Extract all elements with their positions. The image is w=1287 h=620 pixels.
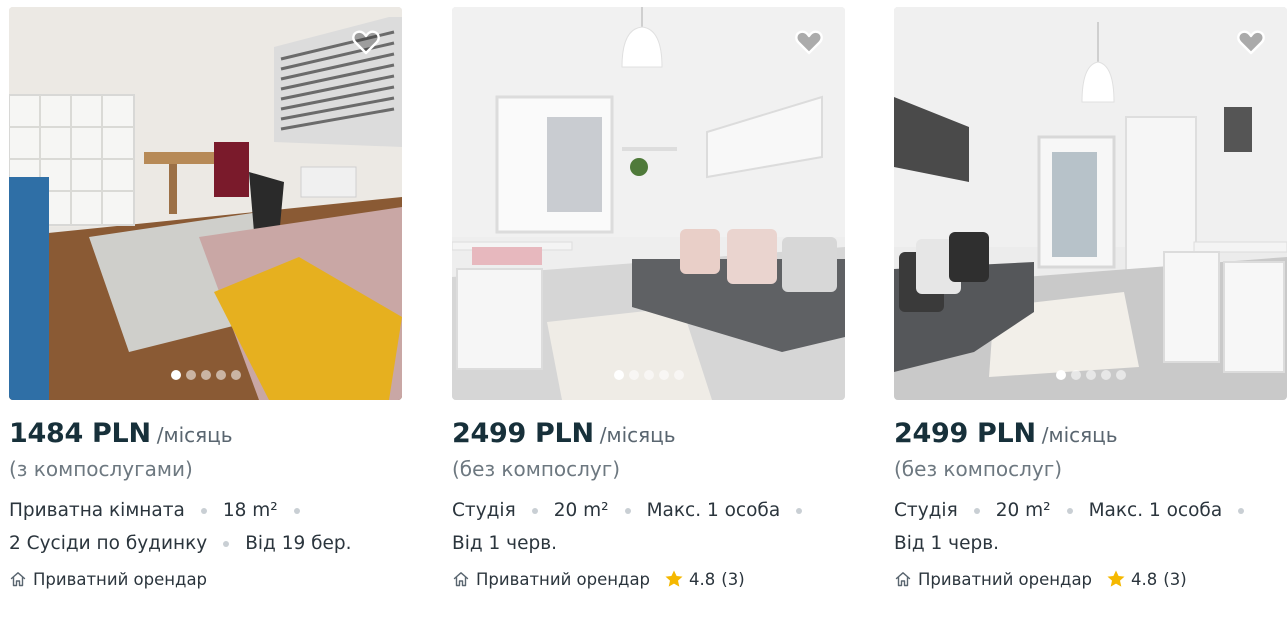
utilities-note: (без компослуг) bbox=[452, 457, 621, 481]
carousel-dot[interactable] bbox=[230, 370, 241, 380]
fact-area: 20 m² bbox=[553, 500, 609, 521]
separator-dot bbox=[624, 507, 631, 514]
room-photo-studio bbox=[894, 7, 1287, 400]
star-icon bbox=[1107, 570, 1125, 587]
star-icon bbox=[665, 570, 683, 587]
owner-type: Приватний орендар bbox=[476, 569, 651, 589]
rating-value: 4.8 bbox=[689, 569, 716, 589]
owner-line: Приватний орендар 4.8 (3) bbox=[894, 564, 1287, 594]
separator-dot bbox=[223, 540, 230, 547]
carousel-dot[interactable] bbox=[673, 370, 684, 380]
price-period: /місяць bbox=[156, 423, 233, 447]
owner-line: Приватний орендар 4.8 (3) bbox=[452, 564, 845, 594]
listing-photo[interactable] bbox=[452, 7, 845, 400]
listing-card[interactable]: 2499 PLN /місяць (без компослуг) Студія … bbox=[894, 7, 1287, 594]
price: 2499 PLN bbox=[894, 418, 1036, 449]
price-line: 2499 PLN /місяць bbox=[894, 418, 1287, 449]
fact-housemates: 2 Сусіди по будинку bbox=[9, 533, 208, 554]
separator-dot bbox=[293, 507, 300, 514]
favorite-heart-icon[interactable] bbox=[352, 29, 380, 55]
listing-card[interactable]: 2499 PLN /місяць (без компослуг) Студія … bbox=[452, 7, 845, 594]
fact-available-from: Від 19 бер. bbox=[245, 533, 352, 554]
house-icon bbox=[895, 572, 911, 587]
separator-dot bbox=[1238, 507, 1245, 514]
carousel-dot[interactable] bbox=[1055, 370, 1066, 380]
owner-type: Приватний орендар bbox=[33, 569, 208, 589]
utilities-note: (з компослугами) bbox=[9, 457, 193, 481]
favorite-heart-icon[interactable] bbox=[795, 29, 823, 55]
listing-card[interactable]: 1484 PLN /місяць (з компослугами) Приват… bbox=[9, 7, 402, 594]
price: 2499 PLN bbox=[452, 418, 594, 449]
fact-area: 20 m² bbox=[995, 500, 1051, 521]
listing-facts: Приватна кімната 18 m² 2 Сусіди по будин… bbox=[9, 494, 402, 560]
fact-available-from: Від 1 черв. bbox=[452, 533, 557, 554]
review-count: (3) bbox=[721, 569, 745, 589]
separator-dot bbox=[200, 507, 207, 514]
review-count: (3) bbox=[1163, 569, 1187, 589]
carousel-dot[interactable] bbox=[658, 370, 669, 380]
carousel-dot[interactable] bbox=[185, 370, 196, 380]
price-line: 1484 PLN /місяць bbox=[9, 418, 402, 449]
fact-room-type: Приватна кімната bbox=[9, 500, 185, 521]
fact-max-occupants: Макс. 1 особа bbox=[1088, 500, 1223, 521]
fact-area: 18 m² bbox=[222, 500, 278, 521]
house-icon bbox=[453, 572, 469, 587]
room-photo-private-room bbox=[9, 7, 402, 400]
owner-line: Приватний орендар bbox=[9, 564, 402, 594]
carousel-dot[interactable] bbox=[170, 370, 181, 380]
carousel-dot[interactable] bbox=[613, 370, 624, 380]
separator-dot bbox=[1066, 507, 1073, 514]
photo-carousel-dots bbox=[170, 370, 241, 380]
price: 1484 PLN bbox=[9, 418, 151, 449]
fact-room-type: Студія bbox=[894, 500, 958, 521]
fact-max-occupants: Макс. 1 особа bbox=[646, 500, 781, 521]
house-icon bbox=[10, 572, 26, 587]
carousel-dot[interactable] bbox=[1085, 370, 1096, 380]
fact-available-from: Від 1 черв. bbox=[894, 533, 999, 554]
carousel-dot[interactable] bbox=[643, 370, 654, 380]
favorite-heart-icon[interactable] bbox=[1237, 29, 1265, 55]
separator-dot bbox=[796, 507, 803, 514]
owner-type: Приватний орендар bbox=[918, 569, 1093, 589]
separator-dot bbox=[973, 507, 980, 514]
photo-carousel-dots bbox=[613, 370, 684, 380]
listing-photo[interactable] bbox=[9, 7, 402, 400]
utilities-note: (без компослуг) bbox=[894, 457, 1063, 481]
price-period: /місяць bbox=[599, 423, 676, 447]
price-period: /місяць bbox=[1041, 423, 1118, 447]
listing-photo[interactable] bbox=[894, 7, 1287, 400]
fact-room-type: Студія bbox=[452, 500, 516, 521]
carousel-dot[interactable] bbox=[1100, 370, 1111, 380]
rating-value: 4.8 bbox=[1131, 569, 1158, 589]
separator-dot bbox=[531, 507, 538, 514]
carousel-dot[interactable] bbox=[200, 370, 211, 380]
photo-carousel-dots bbox=[1055, 370, 1126, 380]
carousel-dot[interactable] bbox=[215, 370, 226, 380]
carousel-dot[interactable] bbox=[1070, 370, 1081, 380]
listing-facts: Студія 20 m² Макс. 1 особа Від 1 черв. bbox=[894, 494, 1287, 560]
carousel-dot[interactable] bbox=[1115, 370, 1126, 380]
carousel-dot[interactable] bbox=[628, 370, 639, 380]
price-line: 2499 PLN /місяць bbox=[452, 418, 845, 449]
listing-facts: Студія 20 m² Макс. 1 особа Від 1 черв. bbox=[452, 494, 845, 560]
room-photo-studio bbox=[452, 7, 845, 400]
